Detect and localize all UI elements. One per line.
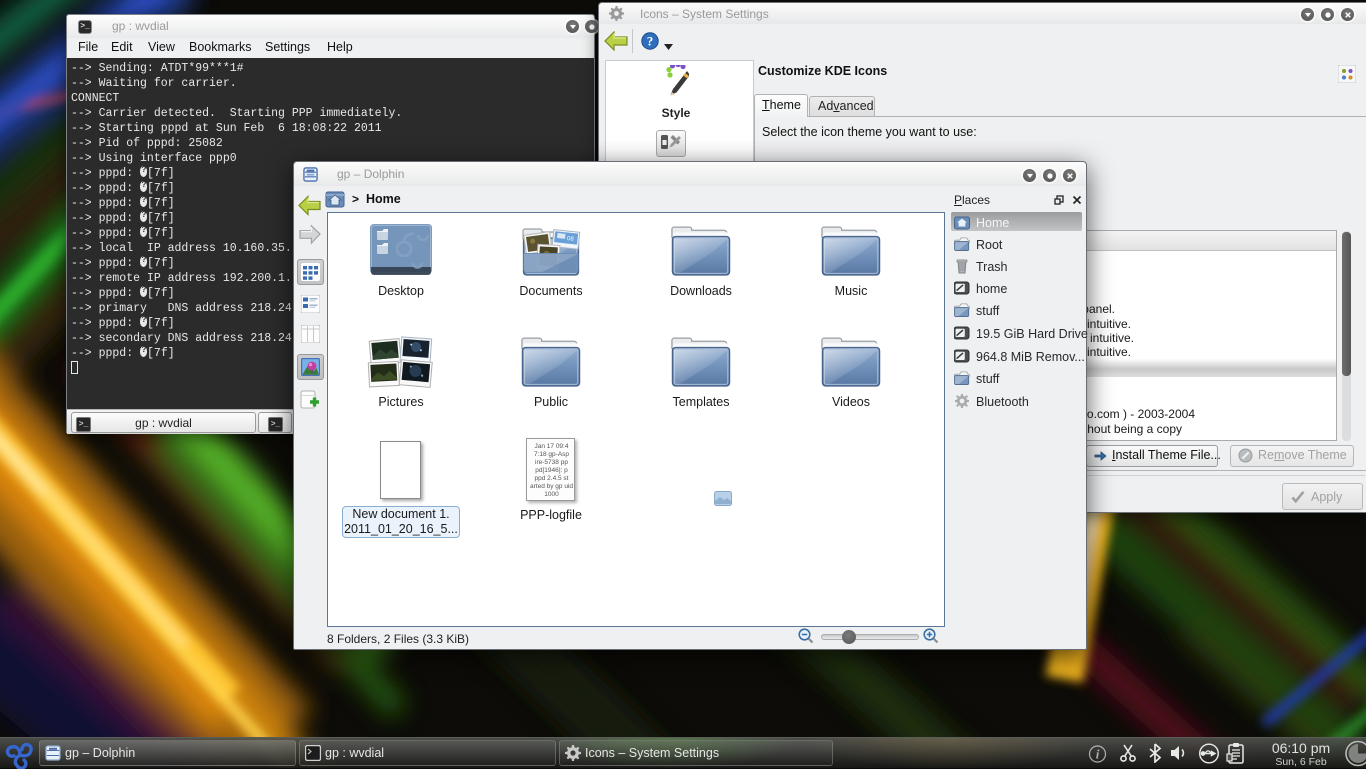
svg-text:?: ? bbox=[647, 34, 654, 49]
svg-text:08: 08 bbox=[567, 236, 575, 243]
svg-text:i: i bbox=[1096, 747, 1100, 762]
